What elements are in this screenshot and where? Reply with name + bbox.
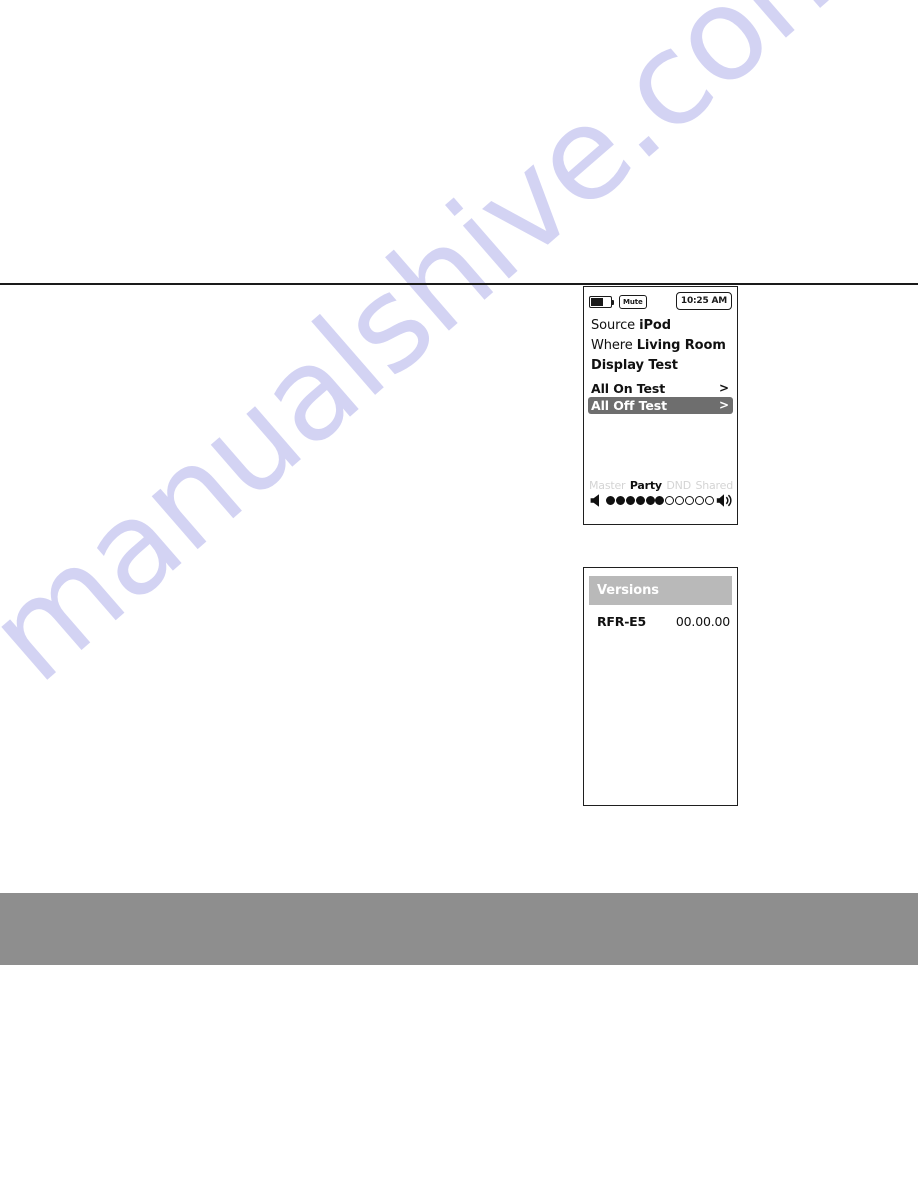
- info-row-source: Source iPod: [591, 316, 737, 336]
- chevron-right-icon: >: [719, 381, 729, 395]
- info-value-where: Living Room: [636, 338, 726, 353]
- speaker-high-icon[interactable]: [716, 493, 733, 508]
- volume-dots[interactable]: [604, 496, 716, 505]
- watermark: manualshive.com: [0, 0, 918, 970]
- volume-dot[interactable]: [665, 496, 675, 505]
- info-row-display-test: Display Test: [591, 358, 678, 373]
- menu-list: All On Test > All Off Test >: [588, 380, 733, 414]
- clock-badge: 10:25 AM: [675, 292, 732, 310]
- menu-item-label: All On Test: [591, 381, 666, 396]
- versions-panel: Versions RFR-E5 00.00.00: [583, 567, 738, 806]
- info-row-where: Where Living Room: [591, 336, 737, 356]
- battery-tip-icon: [612, 300, 614, 305]
- volume-dot[interactable]: [606, 496, 615, 505]
- speaker-low-icon[interactable]: [589, 493, 604, 508]
- volume-dot[interactable]: [615, 496, 625, 505]
- info-label-where: Where: [591, 338, 633, 353]
- info-value-source: iPod: [639, 318, 671, 333]
- volume-dot[interactable]: [625, 496, 635, 505]
- versions-row-name: RFR-E5: [597, 614, 647, 629]
- versions-row: RFR-E5 00.00.00: [597, 614, 730, 629]
- header-divider: [0, 283, 918, 285]
- menu-item-all-on-test[interactable]: All On Test >: [588, 380, 733, 397]
- volume-dot[interactable]: [675, 496, 685, 505]
- mode-dnd[interactable]: DND: [666, 479, 691, 492]
- menu-item-all-off-test[interactable]: All Off Test >: [588, 397, 733, 414]
- menu-item-label: All Off Test: [591, 398, 668, 413]
- volume-dot[interactable]: [704, 496, 714, 505]
- battery-icon: [589, 296, 614, 308]
- volume-dot[interactable]: [645, 496, 655, 505]
- device-screen-panel: Mute 10:25 AM Source iPod Where Living R…: [583, 286, 738, 525]
- info-label-source: Source: [591, 318, 636, 333]
- footer-band: [0, 893, 918, 965]
- mode-bar: Master Party DND Shared: [589, 479, 733, 492]
- volume-dot[interactable]: [685, 496, 695, 505]
- mode-master[interactable]: Master: [589, 479, 626, 492]
- chevron-right-icon: >: [719, 398, 729, 412]
- mode-shared[interactable]: Shared: [695, 479, 733, 492]
- status-bar: Mute 10:25 AM: [589, 292, 732, 312]
- versions-row-number: 00.00.00: [675, 614, 730, 629]
- page-root: manualshive.com Mute 10:25 AM Source iPo…: [0, 0, 918, 1188]
- versions-header: Versions: [589, 576, 732, 605]
- volume-dot[interactable]: [655, 496, 665, 505]
- info-list: Source iPod Where Living Room Display Te…: [591, 316, 737, 376]
- volume-dot[interactable]: [635, 496, 645, 505]
- mute-badge[interactable]: Mute: [619, 294, 647, 310]
- volume-bar[interactable]: [589, 493, 733, 508]
- mode-party[interactable]: Party: [630, 479, 662, 492]
- volume-dot[interactable]: [695, 496, 705, 505]
- watermark-text: manualshive.com: [0, 0, 891, 711]
